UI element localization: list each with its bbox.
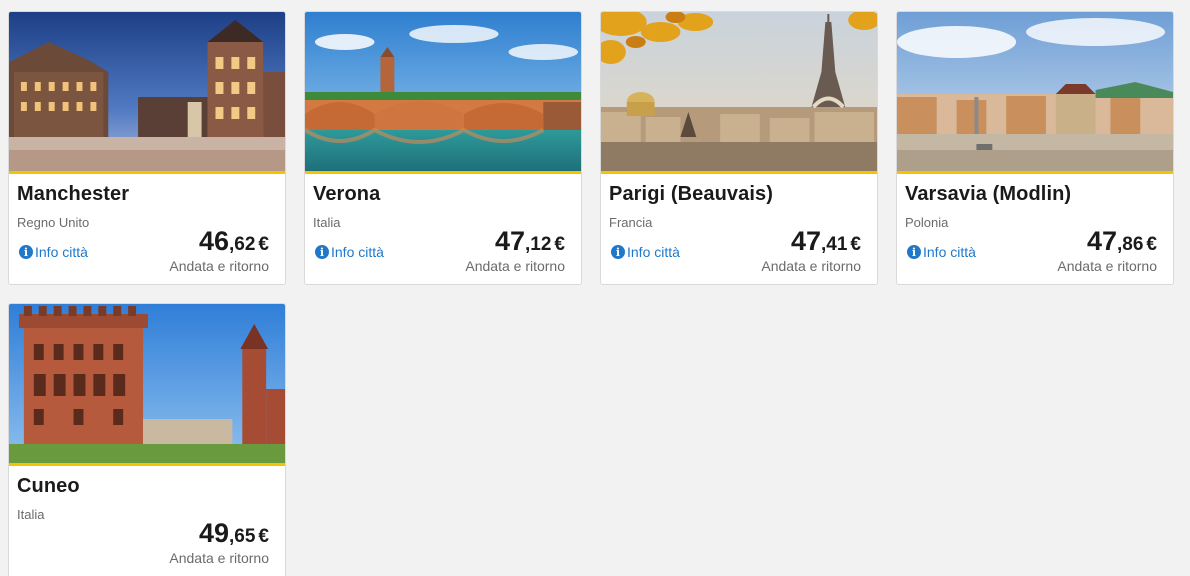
verona-photo[interactable] bbox=[305, 12, 581, 174]
price-currency: € bbox=[258, 526, 269, 547]
price: 47,86 € bbox=[1087, 226, 1157, 257]
country-name: Polonia bbox=[905, 215, 949, 230]
fare-type: Andata e ritorno bbox=[761, 258, 861, 274]
country-name: Italia bbox=[17, 507, 45, 522]
city-name: Cuneo bbox=[17, 475, 80, 497]
fare-type: Andata e ritorno bbox=[1057, 258, 1157, 274]
destination-card-cuneo[interactable]: Cuneo Italia 49,65 € Andata e ritorno bbox=[8, 303, 286, 576]
city-name: Parigi (Beauvais) bbox=[609, 183, 773, 205]
info-icon: i bbox=[907, 245, 921, 259]
country-name: Francia bbox=[609, 215, 653, 230]
price-decimals: ,41 bbox=[821, 234, 848, 255]
info-city-link[interactable]: i Info città bbox=[907, 244, 976, 260]
cuneo-photo[interactable] bbox=[9, 304, 285, 466]
manchester-photo[interactable] bbox=[9, 12, 285, 174]
info-city-label: Info città bbox=[627, 244, 680, 260]
price-currency: € bbox=[850, 234, 861, 255]
price-decimals: ,65 bbox=[229, 526, 256, 547]
country-name: Italia bbox=[313, 215, 341, 230]
price-integer: 49 bbox=[198, 518, 229, 548]
paris-photo[interactable] bbox=[601, 12, 877, 174]
price-integer: 47 bbox=[790, 226, 821, 256]
price-integer: 47 bbox=[1086, 226, 1117, 256]
info-icon: i bbox=[19, 245, 33, 259]
price: 47,41 € bbox=[791, 226, 861, 257]
fare-type: Andata e ritorno bbox=[169, 258, 269, 274]
info-city-label: Info città bbox=[331, 244, 384, 260]
price-decimals: ,12 bbox=[525, 234, 552, 255]
info-city-label: Info città bbox=[923, 244, 976, 260]
info-city-link[interactable]: i Info città bbox=[611, 244, 680, 260]
fare-type: Andata e ritorno bbox=[465, 258, 565, 274]
info-icon: i bbox=[315, 245, 329, 259]
price-integer: 47 bbox=[494, 226, 525, 256]
destination-card-verona[interactable]: Verona Italia i Info città 47,12 € Andata… bbox=[304, 11, 582, 285]
price-decimals: ,86 bbox=[1117, 234, 1144, 255]
city-name: Manchester bbox=[17, 183, 130, 205]
info-city-link[interactable]: i Info città bbox=[19, 244, 88, 260]
destination-grid: Manchester Regno Unito i Info città 46,6… bbox=[0, 0, 1190, 576]
price: 49,65 € bbox=[199, 518, 269, 549]
fare-type: Andata e ritorno bbox=[169, 550, 269, 566]
price-currency: € bbox=[554, 234, 565, 255]
warsaw-photo[interactable] bbox=[897, 12, 1173, 174]
info-city-label: Info città bbox=[35, 244, 88, 260]
country-name: Regno Unito bbox=[17, 215, 90, 230]
price: 47,12 € bbox=[495, 226, 565, 257]
info-city-link[interactable]: i Info città bbox=[315, 244, 384, 260]
price-decimals: ,62 bbox=[229, 234, 256, 255]
city-name: Verona bbox=[313, 183, 381, 205]
price-integer: 46 bbox=[198, 226, 229, 256]
destination-card-manchester[interactable]: Manchester Regno Unito i Info città 46,6… bbox=[8, 11, 286, 285]
destination-card-varsavia[interactable]: Varsavia (Modlin) Polonia i Info città 4… bbox=[896, 11, 1174, 285]
destination-card-parigi[interactable]: Parigi (Beauvais) Francia i Info città 4… bbox=[600, 11, 878, 285]
price: 46,62 € bbox=[199, 226, 269, 257]
price-currency: € bbox=[1146, 234, 1157, 255]
info-icon: i bbox=[611, 245, 625, 259]
city-name: Varsavia (Modlin) bbox=[905, 183, 1072, 205]
price-currency: € bbox=[258, 234, 269, 255]
